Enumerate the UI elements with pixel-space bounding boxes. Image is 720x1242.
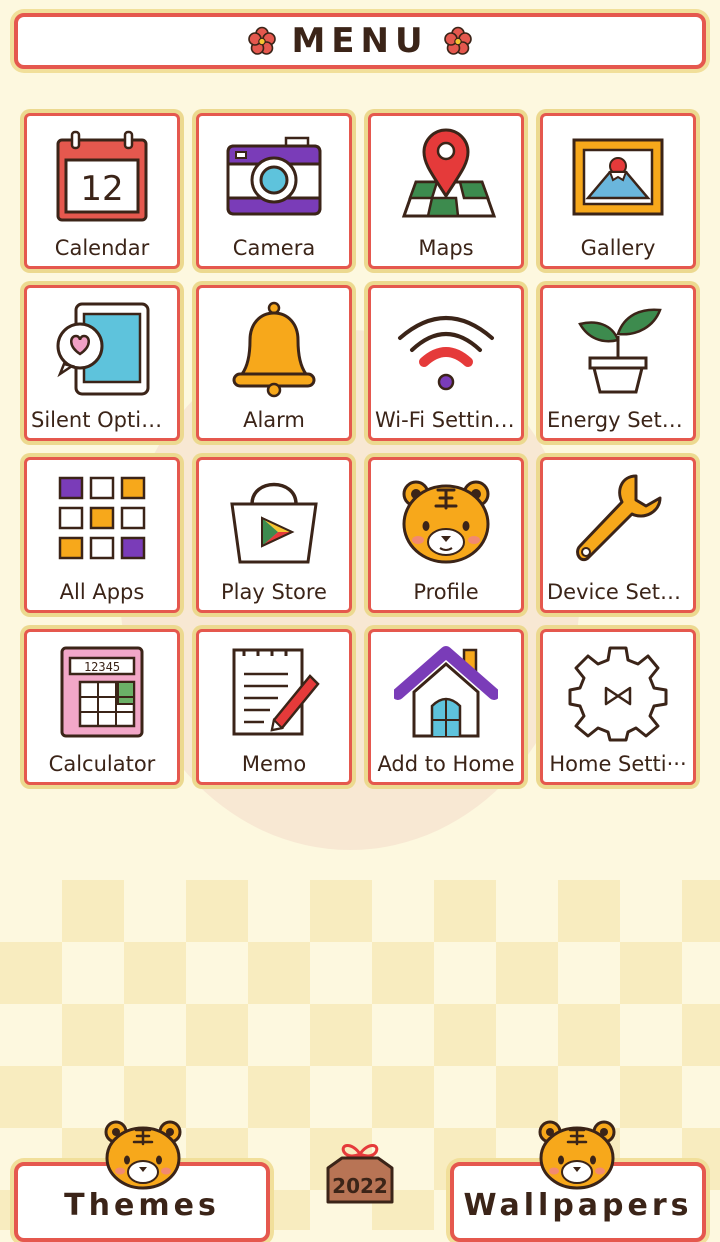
flower-icon: [248, 26, 277, 55]
shopping-bag-icon: [230, 482, 318, 564]
themes-label: Themes: [64, 1188, 220, 1223]
app-label: Memo: [241, 752, 307, 776]
tiger-mascot-icon: [104, 1120, 182, 1190]
app-label: Gallery: [580, 236, 656, 260]
app-tile-gallery[interactable]: Gallery: [540, 113, 696, 269]
wallpapers-label: Wallpapers: [463, 1188, 693, 1223]
app-label: Play Store: [221, 580, 327, 604]
calendar-date: 12: [80, 169, 123, 209]
wrench-icon: [576, 474, 662, 561]
wifi-icon: [398, 316, 494, 391]
menu-header: MENU: [14, 13, 706, 69]
house-icon: [394, 646, 498, 738]
app-tile-energy-settings[interactable]: Energy Setti···: [540, 285, 696, 441]
app-label: Add to Home: [377, 752, 515, 776]
app-tile-profile[interactable]: Profile: [368, 457, 524, 613]
year-tag-text: 2022: [332, 1174, 388, 1198]
app-tile-wifi-settings[interactable]: Wi-Fi Settings: [368, 285, 524, 441]
calculator-icon: 12345: [60, 646, 144, 738]
app-label: Energy Setti···: [547, 408, 693, 432]
gear-icon: [568, 646, 668, 742]
year-ema-plaque-icon: 2022: [326, 1144, 394, 1204]
app-tile-camera[interactable]: Camera: [196, 113, 352, 269]
app-tile-maps[interactable]: Maps: [368, 113, 524, 269]
tablet-heart-icon: [56, 302, 150, 396]
app-tile-calendar[interactable]: 12 Calendar: [24, 113, 180, 269]
app-tile-alarm[interactable]: Alarm: [196, 285, 352, 441]
app-label: Maps: [418, 236, 474, 260]
app-label: Profile: [413, 580, 479, 604]
picture-frame-icon: [572, 138, 664, 216]
app-label: Silent Options: [31, 408, 177, 432]
tiger-face-icon: [402, 480, 490, 564]
bell-icon: [232, 301, 316, 398]
app-grid-icon: [58, 476, 146, 560]
flower-icon: [443, 26, 472, 55]
app-tile-device-settings[interactable]: Device Setti···: [540, 457, 696, 613]
app-tile-home-settings[interactable]: Home Setti···: [540, 629, 696, 785]
app-label: Calendar: [54, 236, 150, 260]
app-grid: 12 Calendar Camera Maps Gallery Silent O…: [24, 113, 696, 785]
memo-pencil-icon: [232, 648, 320, 736]
calendar-icon: 12: [56, 130, 148, 222]
tiger-mascot-icon: [538, 1120, 616, 1190]
app-label: Alarm: [243, 408, 305, 432]
plant-icon: [578, 308, 662, 394]
camera-icon: [226, 136, 322, 216]
app-label: Calculator: [48, 752, 156, 776]
app-tile-calculator[interactable]: 12345 Calculator: [24, 629, 180, 785]
menu-title: MENU: [291, 21, 429, 61]
app-tile-play-store[interactable]: Play Store: [196, 457, 352, 613]
app-tile-memo[interactable]: Memo: [196, 629, 352, 785]
app-label: Wi-Fi Settings: [375, 408, 518, 432]
map-pin-icon: [401, 128, 497, 218]
app-tile-add-to-home[interactable]: Add to Home: [368, 629, 524, 785]
app-label: Camera: [232, 236, 316, 260]
calculator-display: 12345: [84, 660, 120, 674]
app-label: Device Setti···: [547, 580, 693, 604]
app-label: Home Setti···: [549, 752, 687, 776]
app-label: All Apps: [59, 580, 145, 604]
app-tile-silent-options[interactable]: Silent Options: [24, 285, 180, 441]
app-tile-all-apps[interactable]: All Apps: [24, 457, 180, 613]
